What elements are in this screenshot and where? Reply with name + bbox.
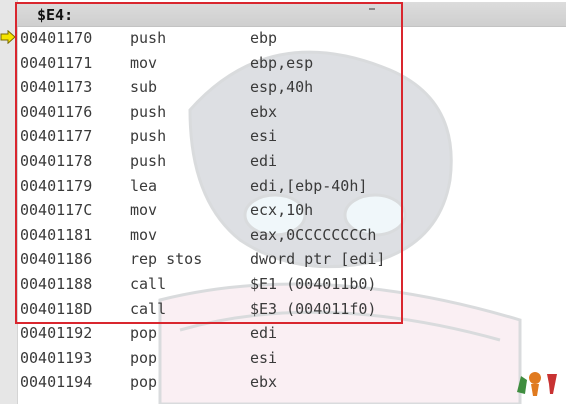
- operands: ebx: [250, 373, 278, 392]
- mnemonic: pop: [130, 324, 158, 343]
- operands: ecx,10h: [250, 201, 314, 220]
- operands: $E3 (004011f0): [250, 299, 377, 318]
- function-header: $E4:: [17, 2, 566, 27]
- mnemonic: rep stos: [130, 250, 203, 269]
- address: 00401181: [20, 225, 93, 244]
- operands: esp,40h: [250, 78, 314, 97]
- mnemonic: call: [130, 299, 167, 318]
- operands: $E1 (004011b0): [250, 274, 377, 293]
- function-label: $E4:: [37, 6, 74, 24]
- address: 00401193: [20, 348, 93, 367]
- address: 0040118D: [20, 299, 93, 318]
- corner-mascot-icon: [517, 372, 557, 396]
- operands: ebx: [250, 102, 278, 121]
- mnemonic: push: [130, 102, 167, 121]
- breakpoint-gutter[interactable]: [0, 0, 18, 404]
- mnemonic: lea: [130, 176, 158, 195]
- address: 00401177: [20, 127, 93, 146]
- mnemonic: pop: [130, 348, 158, 367]
- operands: dword ptr [edi]: [250, 250, 386, 269]
- mnemonic: call: [130, 274, 167, 293]
- operands: eax,0CCCCCCCCh: [250, 225, 377, 244]
- operands: edi: [250, 324, 278, 343]
- address: 00401173: [20, 78, 93, 97]
- mnemonic: mov: [130, 225, 158, 244]
- operands: esi: [250, 348, 278, 367]
- address: 00401186: [20, 250, 93, 269]
- operands: edi,[ebp-40h]: [250, 176, 368, 195]
- mnemonic: push: [130, 29, 167, 47]
- address: 00401179: [20, 176, 93, 195]
- address: 00401170: [20, 29, 93, 47]
- arrow-right-icon: [0, 30, 16, 44]
- address: 00401171: [20, 53, 93, 72]
- operands: edi: [250, 151, 278, 170]
- mnemonic: sub: [130, 78, 158, 97]
- mnemonic: pop: [130, 373, 158, 392]
- address: 00401176: [20, 102, 93, 121]
- address: 00401188: [20, 274, 93, 293]
- mnemonic: mov: [130, 53, 158, 72]
- mnemonic: mov: [130, 201, 158, 220]
- operands: ebp: [250, 29, 278, 47]
- mnemonic: push: [130, 127, 167, 146]
- mnemonic: push: [130, 151, 167, 170]
- operands: ebp,esp: [250, 53, 314, 72]
- address: 00401192: [20, 324, 93, 343]
- operands: esi: [250, 127, 278, 146]
- address: 00401178: [20, 151, 93, 170]
- background-watermark: [158, 50, 522, 404]
- address: 00401194: [20, 373, 93, 392]
- header-mark: [369, 8, 375, 10]
- address: 0040117C: [20, 201, 93, 220]
